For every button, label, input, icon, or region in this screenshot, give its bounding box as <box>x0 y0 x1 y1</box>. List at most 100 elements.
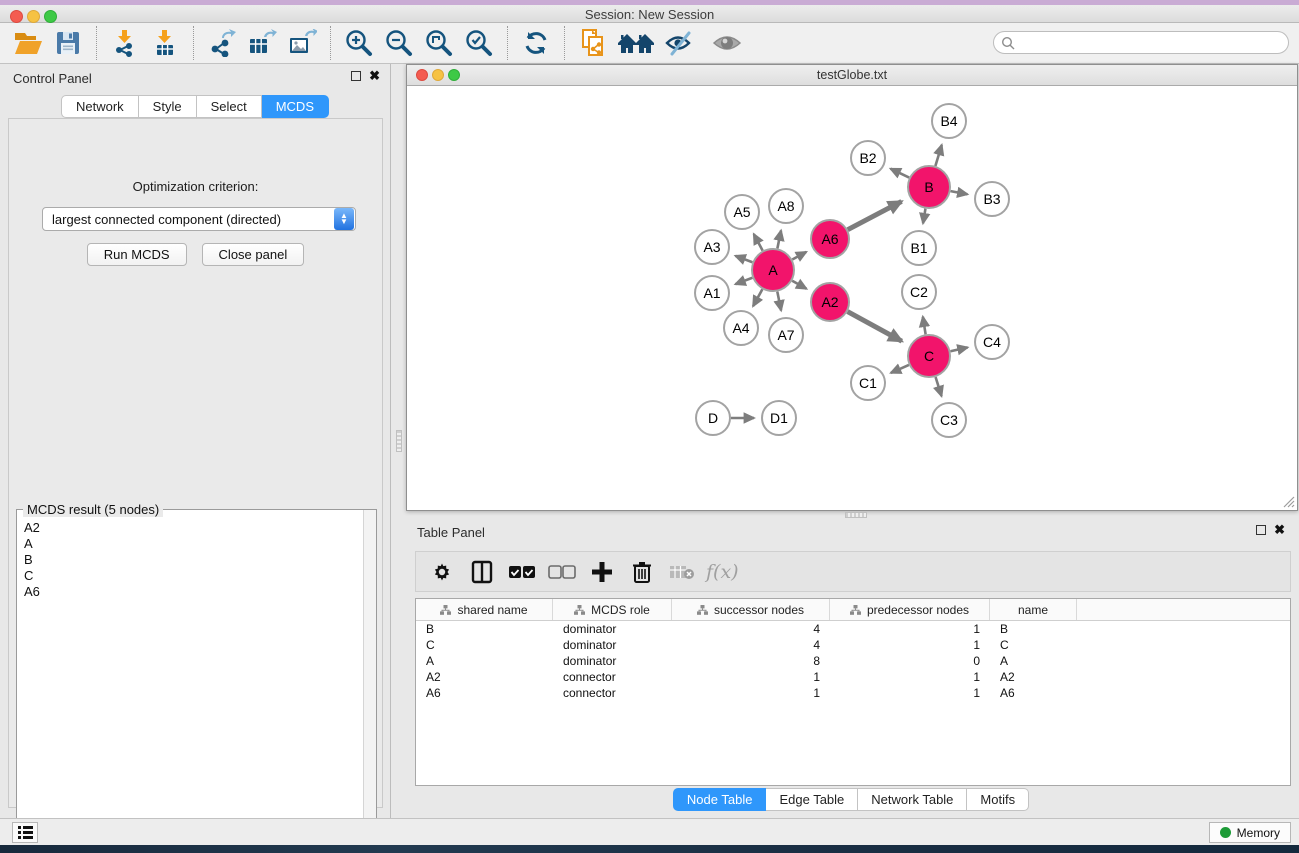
table-cell[interactable]: A <box>990 654 1077 668</box>
refresh-icon[interactable] <box>516 25 556 61</box>
table-row[interactable]: Cdominator41C <box>416 637 1290 653</box>
zoom-selected-icon[interactable] <box>459 25 499 61</box>
graph-edge-A2-C[interactable] <box>848 312 902 342</box>
close-panel-icon[interactable]: ✖ <box>369 71 380 81</box>
delete-table-icon[interactable] <box>664 555 700 589</box>
table-cell[interactable]: 4 <box>672 638 830 652</box>
table-cell[interactable]: A2 <box>990 670 1077 684</box>
open-file-icon[interactable] <box>8 25 48 61</box>
function-builder-icon[interactable]: f(x) <box>706 561 739 583</box>
float-panel-icon[interactable] <box>351 71 361 81</box>
table-cell[interactable]: B <box>416 622 553 636</box>
table-cell[interactable]: A <box>416 654 553 668</box>
table-row[interactable]: Bdominator41B <box>416 621 1290 637</box>
show-all-icon[interactable] <box>703 25 751 61</box>
zoom-out-icon[interactable] <box>379 25 419 61</box>
table-row[interactable]: A2connector11A2 <box>416 669 1290 685</box>
table-cell[interactable]: B <box>990 622 1077 636</box>
zoom-in-icon[interactable] <box>339 25 379 61</box>
graph-edge-B-B3[interactable] <box>951 191 968 194</box>
tab-network[interactable]: Network <box>61 95 139 118</box>
result-list-item[interactable]: C <box>24 568 362 584</box>
graph-edge-A-A4[interactable] <box>753 289 762 306</box>
graph-edge-B-B2[interactable] <box>891 169 910 178</box>
graph-edge-B-B4[interactable] <box>935 145 941 166</box>
table-cell[interactable]: 1 <box>830 622 990 636</box>
graph-edge-C-C2[interactable] <box>923 317 926 335</box>
graph-edge-A-A3[interactable] <box>735 256 752 262</box>
window-resize-grip[interactable] <box>1281 494 1295 508</box>
graph-edge-A6-B[interactable] <box>848 201 902 229</box>
graph-edge-A-A5[interactable] <box>754 234 763 251</box>
graph-edge-A-A1[interactable] <box>735 278 752 284</box>
table-cell[interactable]: connector <box>553 686 672 700</box>
table-cell[interactable]: 1 <box>830 686 990 700</box>
table-cell[interactable]: 1 <box>672 670 830 684</box>
table-cell[interactable]: 1 <box>672 686 830 700</box>
table-cell[interactable]: 8 <box>672 654 830 668</box>
save-session-icon[interactable] <box>48 25 88 61</box>
float-table-panel-icon[interactable] <box>1256 525 1266 535</box>
close-table-panel-icon[interactable]: ✖ <box>1274 525 1285 535</box>
tab-select[interactable]: Select <box>197 95 262 118</box>
result-list-item[interactable]: A2 <box>24 520 362 536</box>
search-input[interactable] <box>1015 36 1288 50</box>
network-canvas[interactable]: B4B2BB3A5A8A6B1A3AA1C2A2A4A7C4CC1C3DD1 <box>408 87 1296 510</box>
criterion-select[interactable]: largest connected component (directed) ▲… <box>42 207 356 231</box>
select-all-columns-icon[interactable] <box>504 555 540 589</box>
table-cell[interactable]: 4 <box>672 622 830 636</box>
column-header-successor-nodes[interactable]: successor nodes <box>672 599 830 620</box>
toggle-columns-icon[interactable] <box>464 555 500 589</box>
delete-column-icon[interactable] <box>624 555 660 589</box>
settings-gear-icon[interactable] <box>424 555 460 589</box>
table-cell[interactable]: A6 <box>416 686 553 700</box>
tab-mcds[interactable]: MCDS <box>262 95 329 118</box>
zoom-fit-icon[interactable] <box>419 25 459 61</box>
tab-edge-table[interactable]: Edge Table <box>766 788 858 811</box>
table-cell[interactable]: dominator <box>553 638 672 652</box>
tab-style[interactable]: Style <box>139 95 197 118</box>
column-header-predecessor-nodes[interactable]: predecessor nodes <box>830 599 990 620</box>
hide-selected-icon[interactable] <box>659 25 703 61</box>
graph-edge-C-C1[interactable] <box>891 365 909 373</box>
home-layout-icon[interactable] <box>613 25 659 61</box>
graph-edge-B-B1[interactable] <box>923 209 925 224</box>
result-scrollbar[interactable] <box>363 510 376 850</box>
graph-edge-C-C3[interactable] <box>936 377 942 396</box>
table-row[interactable]: Adominator80A <box>416 653 1290 669</box>
import-network-icon[interactable] <box>105 25 145 61</box>
table-cell[interactable]: dominator <box>553 654 672 668</box>
import-table-icon[interactable] <box>145 25 185 61</box>
panel-split-handle-vertical[interactable] <box>396 430 402 452</box>
result-list-item[interactable]: A <box>24 536 362 552</box>
tab-network-table[interactable]: Network Table <box>858 788 967 811</box>
table-cell[interactable]: A6 <box>990 686 1077 700</box>
add-column-icon[interactable] <box>584 555 620 589</box>
graph-edge-A-A6[interactable] <box>792 252 806 260</box>
close-panel-button[interactable]: Close panel <box>202 243 305 266</box>
tab-motifs[interactable]: Motifs <box>967 788 1029 811</box>
export-table-icon[interactable] <box>242 25 282 61</box>
new-network-from-selection-icon[interactable] <box>573 25 613 61</box>
graph-edge-A-A8[interactable] <box>777 230 781 248</box>
column-header-name[interactable]: name <box>990 599 1077 620</box>
column-header-shared-name[interactable]: shared name <box>416 599 553 620</box>
graph-edge-A-A2[interactable] <box>792 281 806 289</box>
table-cell[interactable]: C <box>990 638 1077 652</box>
table-cell[interactable]: 0 <box>830 654 990 668</box>
tab-node-table[interactable]: Node Table <box>673 788 767 811</box>
table-cell[interactable]: connector <box>553 670 672 684</box>
table-cell[interactable]: A2 <box>416 670 553 684</box>
graph-edge-A-A7[interactable] <box>777 292 781 311</box>
table-cell[interactable]: 1 <box>830 670 990 684</box>
graph-edge-C-C4[interactable] <box>950 347 967 351</box>
table-cell[interactable]: C <box>416 638 553 652</box>
task-history-button[interactable] <box>12 822 38 843</box>
node-table[interactable]: shared nameMCDS rolesuccessor nodesprede… <box>415 598 1291 786</box>
unselect-all-columns-icon[interactable] <box>544 555 580 589</box>
memory-button[interactable]: Memory <box>1209 822 1291 843</box>
table-row[interactable]: A6connector11A6 <box>416 685 1290 701</box>
export-image-icon[interactable] <box>282 25 322 61</box>
table-cell[interactable]: 1 <box>830 638 990 652</box>
export-network-icon[interactable] <box>202 25 242 61</box>
